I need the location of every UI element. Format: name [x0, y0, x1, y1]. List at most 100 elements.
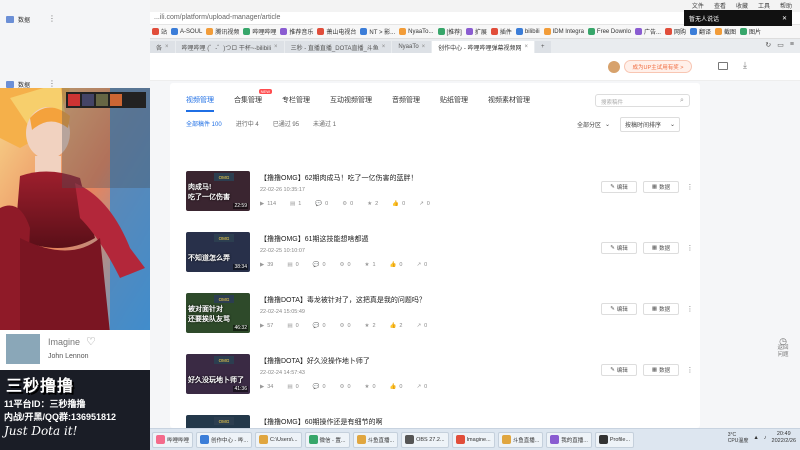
new-tab-button[interactable]: +	[535, 41, 551, 53]
bookmark-item[interactable]: 截图	[714, 27, 736, 36]
mail-icon[interactable]	[718, 62, 728, 70]
bookmark-item[interactable]: 图片	[740, 27, 761, 36]
tab-0[interactable]: 视频管理	[186, 95, 214, 112]
filter-passed[interactable]: 已通过 95	[273, 119, 299, 128]
video-title[interactable]: 【撸撸DOTA】好久没操作地卜师了	[260, 356, 370, 366]
heart-icon[interactable]: ♡	[86, 335, 96, 348]
video-thumbnail[interactable]: OMG 不知道怎么弄 38:34	[186, 232, 250, 272]
bookmark-item[interactable]: 推荐音乐	[280, 27, 313, 36]
filter-in-progress[interactable]: 进行中 4	[236, 119, 259, 128]
more-icon[interactable]: ⋮	[685, 242, 695, 254]
bookmark-item[interactable]: bilibili	[515, 28, 540, 35]
menu-tools[interactable]: 工具	[758, 1, 770, 10]
bookmark-item[interactable]: IDM Integra	[543, 28, 584, 35]
bookmark-item[interactable]: 翻译	[689, 27, 711, 36]
bookmark-item[interactable]: NT > 影...	[360, 27, 395, 36]
bookmark-item[interactable]: A-SOUL	[171, 28, 202, 35]
taskbar-item[interactable]: 哔哩哔哩	[152, 431, 194, 448]
tab-3[interactable]: 互动视频管理	[330, 95, 372, 112]
sort-select[interactable]: 按稿时间排序 ⌄	[620, 117, 681, 132]
more-icon[interactable]: ⋮	[685, 181, 695, 193]
url-text[interactable]: ...ili.com/platform/upload-manager/artic…	[154, 14, 280, 21]
more-icon[interactable]: ⋮	[685, 364, 695, 376]
taskbar-item[interactable]: 创作中心 - 哔...	[196, 431, 252, 448]
clock[interactable]: 20:49 2022/2/26	[772, 431, 796, 445]
tab-2[interactable]: 专栏管理	[282, 95, 310, 112]
bookmark-item[interactable]: 腾讯视频	[206, 27, 239, 36]
taskbar-item[interactable]: 微信 - 置...	[304, 431, 350, 448]
video-thumbnail[interactable]: OMG 肉成马! 吃了一亿伤害 22:59	[186, 171, 250, 211]
taskbar-item[interactable]: 斗鱼直播...	[352, 431, 399, 448]
bookmark-item[interactable]: 网购	[664, 27, 686, 36]
edit-button[interactable]: ✎ 编辑	[601, 303, 637, 315]
filter-rejected[interactable]: 未通过 1	[313, 119, 336, 128]
bookmark-item[interactable]: 哔哩哔哩	[243, 27, 276, 36]
more-icon[interactable]: ⋮	[48, 14, 56, 23]
video-thumbnail[interactable]: OMG 好久没玩地卜师了 41:36	[186, 354, 250, 394]
close-icon[interactable]: ✕	[782, 15, 787, 22]
tab-6[interactable]: 视频素材管理	[488, 95, 530, 112]
close-icon[interactable]: ×	[165, 44, 169, 50]
close-icon[interactable]: ×	[382, 44, 386, 50]
taskbar-item[interactable]: 我的直播...	[546, 431, 592, 448]
feedback-button[interactable]: ◷ 返回 问题	[772, 337, 794, 359]
edit-button[interactable]: ✎ 编辑	[601, 364, 637, 376]
taskbar-item[interactable]: C:\Users\...	[255, 431, 302, 448]
more-icon[interactable]: ⋮	[48, 79, 56, 88]
video-thumbnail[interactable]: OMG 被对面针对 还要挨队友骂 46:32	[186, 293, 250, 333]
menu-help[interactable]: 帮助	[780, 1, 792, 10]
menu-view[interactable]: 查看	[714, 1, 726, 10]
download-icon[interactable]: ⤓	[743, 60, 747, 71]
browser-tab[interactable]: 哔哩哔哩 (゜-゜)つロ 干杯~-bilibili ×	[175, 41, 284, 53]
tab-list-icon[interactable]: ▭	[777, 41, 784, 49]
tab-menu-icon[interactable]: ≡	[790, 41, 794, 49]
bookmark-item[interactable]: 广告...	[634, 27, 661, 36]
stat-value: 0	[295, 323, 299, 329]
data-button[interactable]: ▦ 数据	[643, 242, 679, 254]
menu-favorites[interactable]: 收藏	[736, 1, 748, 10]
edit-button[interactable]: ✎ 编辑	[601, 181, 637, 193]
more-icon[interactable]: ⋮	[685, 303, 695, 315]
browser-tab[interactable]: 创作中心 - 哔哩哔哩弹幕视频网 ×	[432, 41, 535, 53]
avatar[interactable]	[608, 61, 620, 73]
browser-tab[interactable]: 三秒 - 直播直播_DOTA直播_斗鱼 ×	[284, 41, 392, 53]
taskbar-item[interactable]: Profile...	[594, 431, 635, 448]
video-title[interactable]: 【撸撸OMG】62期肉成马！吃了一亿伤害的蓝胖！	[260, 173, 418, 183]
bookmark-item[interactable]: 站	[152, 27, 167, 36]
data-item[interactable]: 数据	[6, 15, 30, 24]
video-title[interactable]: 【撸撸DOTA】毒龙被针对了，这把真是我的问题吗？	[260, 295, 426, 305]
upgrade-button[interactable]: 成为UP主试用有奖 >	[624, 60, 692, 73]
volume-icon[interactable]: ♪	[764, 435, 767, 441]
close-icon[interactable]: ×	[525, 44, 529, 50]
taskbar-item[interactable]: 斗鱼直播...	[497, 431, 544, 448]
tab-4[interactable]: 音频管理	[392, 95, 420, 112]
tab-1[interactable]: 合集管理 NEW	[234, 89, 272, 112]
taskbar-item[interactable]: Imagine...	[451, 431, 495, 448]
close-icon[interactable]: ×	[274, 44, 278, 50]
video-title[interactable]: 【撸撸OMG】60期操作还是有细节的啊	[260, 417, 383, 427]
bookmark-item[interactable]: 扩展	[465, 27, 487, 36]
search-input[interactable]: 搜索稿件	[595, 94, 690, 107]
browser-tab[interactable]: NyaaTo ×	[392, 41, 432, 53]
menu-file[interactable]: 文件	[692, 1, 704, 10]
bookmark-item[interactable]: NyaaTo...	[399, 28, 434, 35]
close-icon[interactable]: ×	[422, 44, 426, 50]
bookmark-item[interactable]: Free Downlo	[587, 28, 631, 35]
data-button[interactable]: ▦ 数据	[643, 364, 679, 376]
browser-tab[interactable]: 各 ×	[150, 41, 175, 53]
tab-5[interactable]: 贴纸管理	[440, 95, 468, 112]
data-button[interactable]: ▦ 数据	[643, 303, 679, 315]
network-icon[interactable]: ▲	[753, 435, 758, 441]
edit-button[interactable]: ✎ 编辑	[601, 242, 637, 254]
category-select[interactable]: 全部分区 ⌄	[577, 117, 610, 132]
taskbar-item[interactable]: OBS 27.2...	[401, 431, 449, 448]
search-icon[interactable]: ⌕	[680, 97, 696, 105]
filter-all[interactable]: 全部稿件 100	[186, 119, 222, 128]
video-title[interactable]: 【撸撸OMG】61期这技能想啥都遁	[260, 234, 369, 244]
bookmark-item[interactable]: [推荐]	[437, 27, 462, 36]
data-button[interactable]: ▦ 数据	[643, 181, 679, 193]
bookmark-item[interactable]: 萧山电视台	[317, 27, 356, 36]
bookmark-item[interactable]: 插件	[490, 27, 512, 36]
restore-tab-icon[interactable]: ↻	[765, 41, 771, 49]
stat-item: 👍 0	[390, 384, 403, 390]
